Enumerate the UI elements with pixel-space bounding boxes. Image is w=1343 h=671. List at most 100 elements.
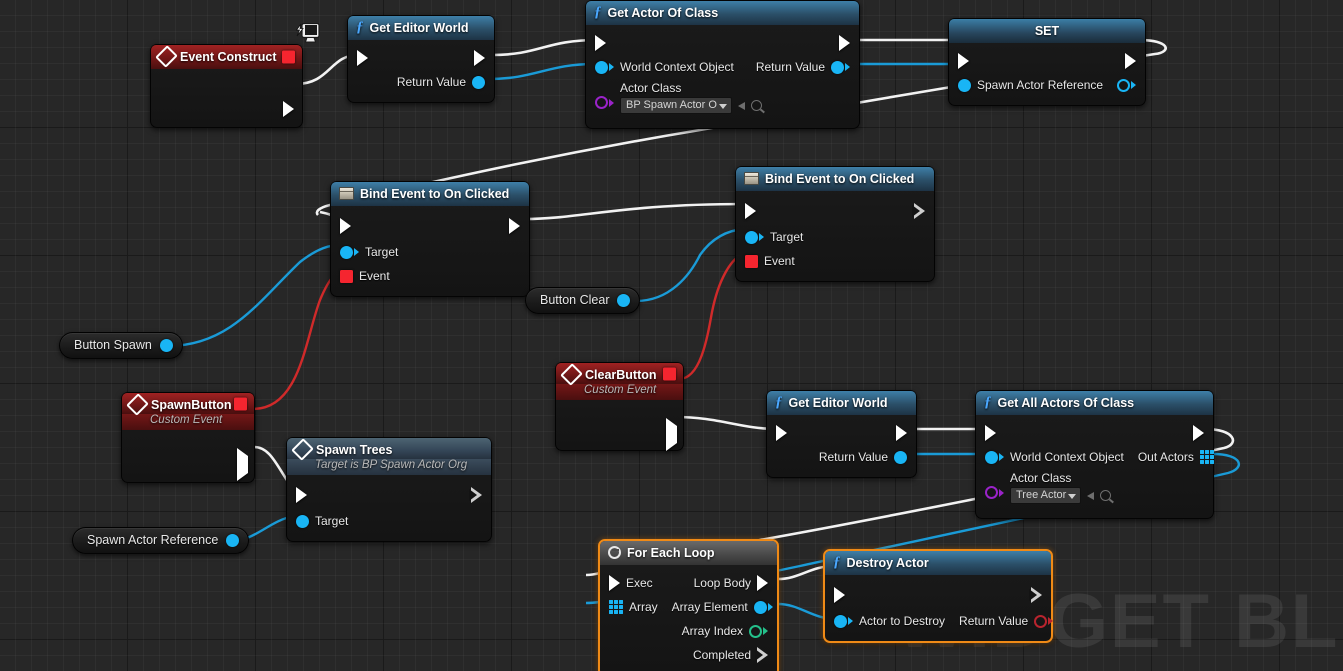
node-title: For Each Loop bbox=[627, 545, 715, 560]
node-header: For Each Loop bbox=[600, 541, 777, 565]
variable-getter-button-spawn[interactable]: Button Spawn bbox=[59, 332, 183, 359]
event-diamond-icon bbox=[155, 45, 178, 68]
exec-in[interactable] bbox=[985, 425, 996, 441]
node-bind-event-on-clicked-spawn[interactable]: Bind Event to On Clicked Target Event bbox=[330, 181, 530, 297]
node-body: Target bbox=[287, 475, 491, 541]
target-in[interactable]: Target bbox=[745, 229, 803, 245]
node-spawn-trees[interactable]: Spawn Trees Target is BP Spawn Actor Org… bbox=[286, 437, 492, 542]
node-get-all-actors-of-class[interactable]: ƒ Get All Actors Of Class World Context … bbox=[975, 390, 1214, 519]
return-value-row: Return Value bbox=[767, 445, 916, 469]
red-square-pin[interactable] bbox=[663, 367, 676, 380]
node-title: Get Editor World bbox=[369, 20, 469, 35]
node-destroy-actor[interactable]: ƒ Destroy Actor Actor to Destroy Return … bbox=[823, 549, 1054, 643]
exec-out[interactable] bbox=[1029, 587, 1042, 603]
exec-out[interactable] bbox=[839, 35, 850, 51]
target-row: Target bbox=[287, 509, 491, 533]
exec-row bbox=[825, 581, 1051, 609]
search-icon[interactable] bbox=[750, 100, 762, 111]
exec-out[interactable] bbox=[509, 218, 520, 234]
target-in[interactable]: Target bbox=[296, 513, 348, 529]
array-element-out[interactable]: Array Element bbox=[672, 599, 773, 615]
browse-back-icon[interactable] bbox=[737, 101, 745, 110]
node-title: Destroy Actor bbox=[846, 555, 929, 570]
node-for-each-loop[interactable]: For Each Loop Exec Loop Body Array Array… bbox=[598, 539, 779, 671]
return-value-out[interactable]: Return Value bbox=[756, 59, 850, 75]
exec-in[interactable] bbox=[834, 587, 845, 603]
actor-in[interactable]: Actor to Destroy bbox=[834, 613, 945, 629]
exec-in[interactable] bbox=[745, 203, 756, 219]
function-f-icon: ƒ bbox=[356, 19, 364, 35]
node-event-construct[interactable]: Event Construct bbox=[150, 23, 320, 128]
node-set-spawn-actor-reference[interactable]: SET Spawn Actor Reference bbox=[948, 18, 1146, 106]
pin-label-completed: Completed bbox=[692, 648, 751, 662]
node-body: Return Value bbox=[348, 40, 494, 102]
return-value-out[interactable]: Return Value bbox=[819, 449, 907, 465]
exec-out-pin[interactable] bbox=[666, 418, 677, 451]
completed-out[interactable]: Completed bbox=[693, 647, 768, 663]
loop-body-out[interactable]: Loop Body bbox=[694, 575, 768, 591]
pin-label-world-context: World Context Object bbox=[620, 60, 734, 74]
node-title: Bind Event to On Clicked bbox=[765, 171, 915, 186]
node-clear-button-custom-event[interactable]: ClearButton Custom Event bbox=[555, 362, 684, 451]
world-context-in[interactable]: World Context Object bbox=[595, 59, 734, 75]
exec-out[interactable] bbox=[896, 425, 907, 441]
exec-in[interactable] bbox=[296, 487, 307, 503]
exec-out[interactable] bbox=[474, 50, 485, 66]
out-actors-out[interactable]: Out Actors bbox=[1138, 449, 1214, 465]
class-in-pin[interactable] bbox=[595, 96, 614, 109]
class-in-pin[interactable] bbox=[985, 486, 1004, 499]
red-square-pin[interactable] bbox=[282, 50, 295, 64]
object-out-pin[interactable] bbox=[226, 533, 240, 547]
actor-class-row: Actor Class Tree Actor bbox=[976, 471, 1213, 504]
world-context-in[interactable]: World Context Object bbox=[985, 449, 1124, 465]
node-spawn-button-custom-event[interactable]: SpawnButton Custom Event bbox=[121, 392, 255, 483]
variable-getter-spawn-actor-reference[interactable]: Spawn Actor Reference bbox=[72, 527, 250, 554]
exec-in[interactable]: Exec bbox=[609, 575, 653, 591]
exec-out[interactable] bbox=[1193, 425, 1204, 441]
value-in[interactable]: Spawn Actor Reference bbox=[958, 77, 1103, 93]
search-icon[interactable] bbox=[1100, 490, 1112, 501]
node-body bbox=[122, 430, 254, 482]
exec-out-pin[interactable] bbox=[283, 101, 294, 117]
target-in[interactable]: Target bbox=[340, 244, 398, 260]
event-in[interactable]: Event bbox=[745, 253, 795, 269]
function-f-icon: ƒ bbox=[984, 394, 992, 410]
red-square-pin[interactable] bbox=[234, 397, 247, 410]
exec-in[interactable] bbox=[340, 218, 351, 234]
node-get-editor-world-1[interactable]: ƒ Get Editor World Return Value bbox=[347, 15, 495, 103]
event-in[interactable]: Event bbox=[340, 268, 390, 284]
value-out[interactable] bbox=[1117, 77, 1137, 93]
node-subtitle: Target is BP Spawn Actor Org bbox=[287, 459, 491, 475]
node-subtitle: Custom Event bbox=[556, 384, 683, 400]
browse-back-icon[interactable] bbox=[1087, 491, 1095, 500]
node-get-actor-of-class[interactable]: ƒ Get Actor Of Class World Context Objec… bbox=[585, 0, 860, 129]
object-out-pin[interactable] bbox=[617, 293, 631, 307]
exec-in[interactable] bbox=[776, 425, 787, 441]
array-index-out[interactable]: Array Index bbox=[682, 623, 768, 639]
exec-out[interactable] bbox=[1125, 53, 1136, 69]
actor-class-dropdown[interactable]: Tree Actor bbox=[1010, 487, 1082, 504]
node-header: Event Construct bbox=[151, 23, 320, 69]
exec-in[interactable] bbox=[357, 50, 368, 66]
exec-out-pin[interactable] bbox=[237, 448, 248, 481]
exec-in[interactable] bbox=[958, 53, 969, 69]
return-value-out[interactable]: Return Value bbox=[959, 613, 1054, 629]
node-get-editor-world-2[interactable]: ƒ Get Editor World Return Value bbox=[766, 390, 917, 478]
exec-out[interactable] bbox=[469, 487, 482, 503]
pin-label-actor-to-destroy: Actor to Destroy bbox=[859, 614, 946, 628]
actor-to-destroy-row: Actor to Destroy Return Value bbox=[825, 609, 1054, 633]
variable-getter-button-clear[interactable]: Button Clear bbox=[525, 287, 641, 314]
array-in[interactable]: Array bbox=[609, 599, 658, 615]
blueprint-graph-canvas[interactable]: WIDGET BLUE bbox=[0, 0, 1343, 671]
node-bind-event-on-clicked-clear[interactable]: Bind Event to On Clicked Target Event bbox=[735, 166, 935, 282]
spawn-actor-reference-row: Spawn Actor Reference bbox=[949, 73, 1145, 97]
exec-out[interactable] bbox=[912, 203, 925, 219]
exec-in[interactable] bbox=[595, 35, 606, 51]
function-f-icon: ƒ bbox=[775, 394, 783, 410]
actor-class-dropdown[interactable]: BP Spawn Actor O bbox=[620, 97, 732, 114]
object-out-pin[interactable] bbox=[159, 338, 173, 352]
pin-label-world-context: World Context Object bbox=[1010, 450, 1124, 464]
node-body: Return Value bbox=[767, 415, 916, 477]
node-body: Exec Loop Body Array Array Element Array… bbox=[600, 565, 777, 671]
object-out-pin[interactable] bbox=[472, 75, 485, 89]
